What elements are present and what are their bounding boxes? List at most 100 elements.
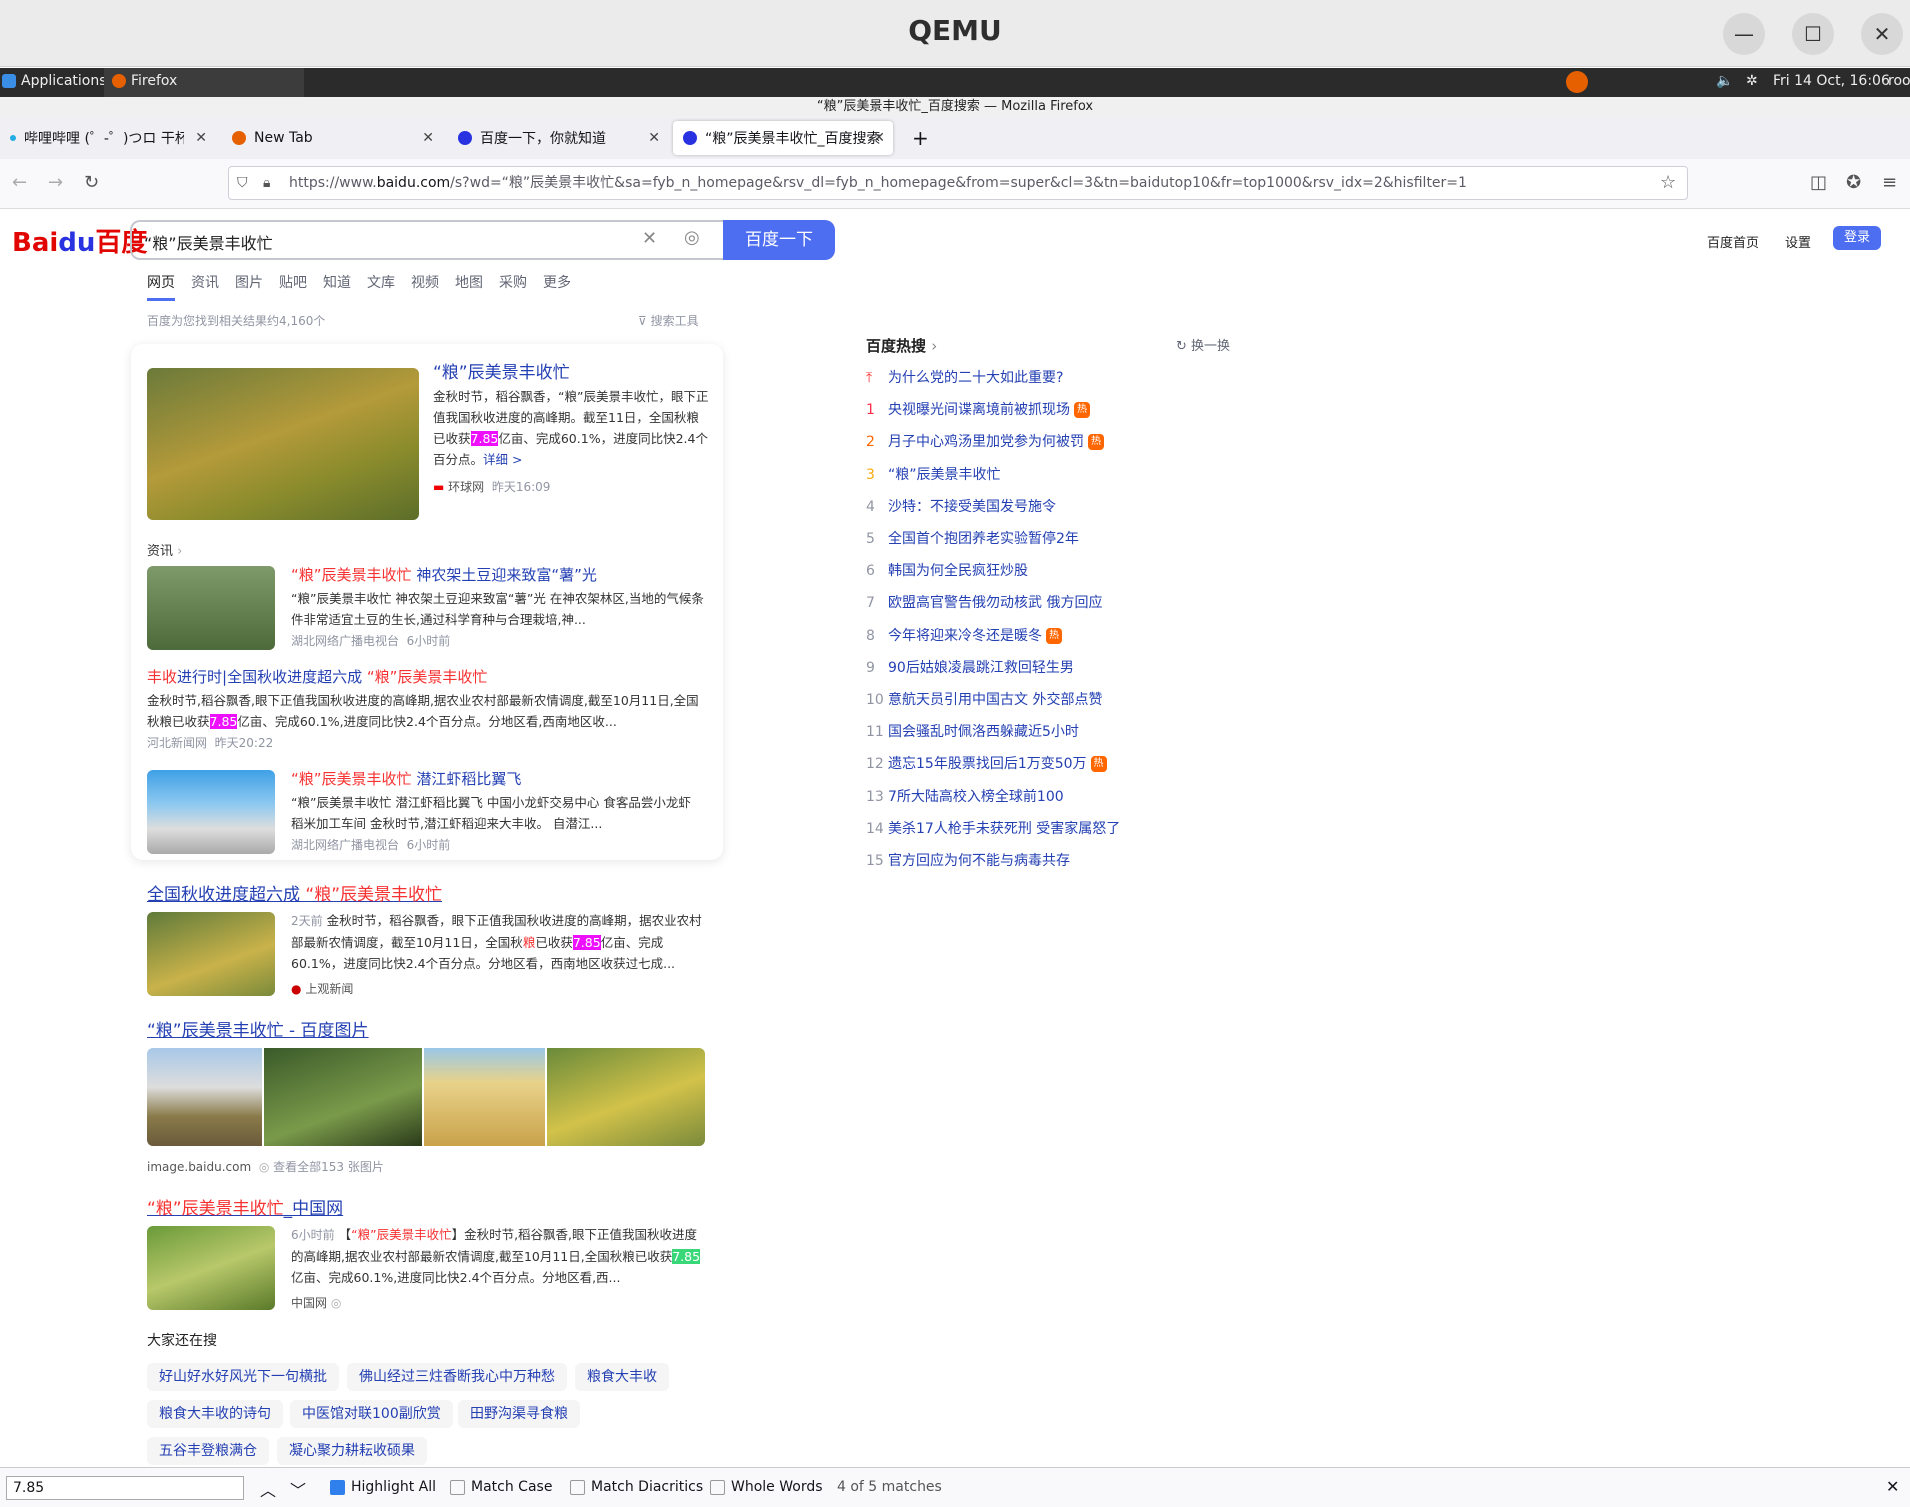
result-image-1[interactable] xyxy=(147,912,275,996)
baidu-home-link[interactable]: 百度首页 xyxy=(1707,232,1759,251)
image-result-4[interactable] xyxy=(547,1048,705,1146)
close-findbar-icon[interactable]: ✕ xyxy=(1886,1477,1899,1496)
hot-search-title[interactable]: 百度热搜 › xyxy=(866,335,937,356)
hot-search-item[interactable]: 13 7所大陆高校入榜全球前100 xyxy=(866,786,1064,806)
result-source-3[interactable]: 中国网 ◎ xyxy=(291,1294,341,1311)
related-chip[interactable]: 粮食大丰收的诗句 xyxy=(147,1400,283,1428)
hot-search-item[interactable]: 5 全国首个抱团养老实验暂停2年 xyxy=(866,528,1079,548)
camera-icon[interactable]: ◎ xyxy=(684,227,700,248)
hot-search-item[interactable]: 1 央视曝光间谍离境前被抓现场热 xyxy=(866,399,1090,419)
clock[interactable]: Fri 14 Oct, 16:06 xyxy=(1773,73,1890,89)
tab-tieba[interactable]: 贴吧 xyxy=(279,272,307,301)
image-result-3[interactable] xyxy=(424,1048,545,1146)
tab-news[interactable]: 资讯 xyxy=(191,272,219,301)
news-section-label[interactable]: 资讯 › xyxy=(147,540,182,559)
find-previous-icon[interactable]: ︿ xyxy=(260,1477,276,1501)
news-image-1[interactable] xyxy=(147,566,275,650)
image-result-1[interactable] xyxy=(147,1048,262,1146)
new-tab-button[interactable]: + xyxy=(902,121,939,155)
related-chip[interactable]: 好山好水好风光下一句横批 xyxy=(147,1363,339,1391)
hot-search-item[interactable]: 8 今年将迎来冷冬还是暖冬热 xyxy=(866,625,1062,645)
harvest-image[interactable] xyxy=(147,368,419,520)
tab-more[interactable]: 更多 xyxy=(543,272,571,301)
result-image-3[interactable] xyxy=(147,1226,275,1310)
tab-bilibili[interactable]: 哔哩哔哩 (゜-゜)つロ 干杯~ ✕ xyxy=(0,121,215,155)
network-icon[interactable]: ✲ xyxy=(1746,73,1758,89)
minimize-icon[interactable]: — xyxy=(1723,13,1765,55)
result-title-1[interactable]: 全国秋收进度超六成 “粮”辰美景丰收忙 xyxy=(147,880,442,905)
search-button[interactable]: 百度一下 xyxy=(723,220,835,260)
volume-icon[interactable]: 🔈 xyxy=(1716,73,1733,89)
tab-purchase[interactable]: 采购 xyxy=(499,272,527,301)
menu-icon[interactable]: ≡ xyxy=(1882,172,1897,193)
related-chip[interactable]: 凝心聚力耕耘收硕果 xyxy=(277,1437,427,1465)
pocket-icon[interactable]: ◫ xyxy=(1810,172,1827,193)
image-result-2[interactable] xyxy=(264,1048,422,1146)
match-case-checkbox[interactable]: Match Case xyxy=(450,1479,552,1495)
hot-search-item[interactable]: 2 月子中心鸡汤里加党参为何被罚热 xyxy=(866,431,1104,451)
related-chip[interactable]: 佛山经过三炷香断我心中万种愁 xyxy=(347,1363,567,1391)
close-icon[interactable]: ✕ xyxy=(1861,13,1903,55)
hot-search-item[interactable]: 6 韩国为何全民疯狂炒股 xyxy=(866,560,1028,580)
url-bar[interactable]: ⛉ 🔒︎ https://www.baidu.com/s?wd=“粮”辰美景丰收… xyxy=(228,166,1688,200)
settings-link[interactable]: 设置 xyxy=(1785,232,1811,251)
find-next-icon[interactable]: ﹀ xyxy=(290,1477,306,1501)
hot-search-item[interactable]: ⤒ 为什么党的二十大如此重要? xyxy=(866,367,1063,387)
search-input[interactable]: “粮”辰美景丰收忙 ✕ ◎ xyxy=(130,220,724,260)
hot-search-item[interactable]: 9 90后姑娘凌晨跳江救回轻生男 xyxy=(866,657,1074,677)
close-tab-icon[interactable]: ✕ xyxy=(873,130,885,146)
result-title-3[interactable]: “粮”辰美景丰收忙_中国网 xyxy=(147,1194,343,1219)
taskbar-firefox-label[interactable]: Firefox xyxy=(112,73,177,89)
related-chip[interactable]: 五谷丰登粮满仓 xyxy=(147,1437,269,1465)
hot-search-item[interactable]: 15 官方回应为何不能与病毒共存 xyxy=(866,850,1070,870)
applications-menu[interactable]: Applications xyxy=(2,73,107,89)
baidu-logo[interactable]: Baidu百度 xyxy=(12,222,147,259)
hot-search-item[interactable]: 12 遗忘15年股票找回后1万变50万热 xyxy=(866,753,1107,773)
login-button[interactable]: 登录 xyxy=(1833,226,1881,250)
tab-wenku[interactable]: 文库 xyxy=(367,272,395,301)
news-title-1[interactable]: “粮”辰美景丰收忙 神农架土豆迎来致富“薯”光 xyxy=(291,564,597,585)
tray-firefox-icon[interactable] xyxy=(1566,71,1588,93)
related-chip[interactable]: 田野沟渠寻食粮 xyxy=(458,1400,580,1428)
reload-icon[interactable]: ↻ xyxy=(84,172,99,193)
tracking-shield-icon[interactable]: ⛉ xyxy=(237,167,248,199)
detail-link[interactable]: 详细 > xyxy=(483,452,522,467)
hot-search-item[interactable]: 10 意航天员引用中国古文 外交部点赞 xyxy=(866,689,1102,709)
clear-icon[interactable]: ✕ xyxy=(642,228,657,249)
close-tab-icon[interactable]: ✕ xyxy=(648,130,660,146)
news-title-2[interactable]: 丰收进行时|全国秋收进度超六成 “粮”辰美景丰收忙 xyxy=(147,666,487,687)
result-title-2[interactable]: “粮”辰美景丰收忙 - 百度图片 xyxy=(147,1016,369,1041)
tab-baidu-search[interactable]: “粮”辰美景丰收忙_百度搜索 ✕ xyxy=(673,121,893,155)
bookmark-star-icon[interactable]: ☆ xyxy=(1660,172,1676,193)
news-image-3[interactable] xyxy=(147,770,275,854)
view-all-images-link[interactable]: 查看全部153 张图片 xyxy=(273,1160,384,1174)
hot-search-item[interactable]: 14 美杀17人枪手未获死刑 受害家属怒了 xyxy=(866,818,1120,838)
find-input[interactable]: 7.85 xyxy=(6,1476,244,1500)
tab-baidu-home[interactable]: 百度一下，你就知道 ✕ xyxy=(448,121,668,155)
result-source-1[interactable]: ● 上观新闻 xyxy=(291,980,353,997)
back-icon[interactable]: ← xyxy=(12,172,27,193)
hot-search-item[interactable]: 4 沙特：不接受美国发号施令 xyxy=(866,496,1056,516)
refresh-button[interactable]: ↻ 换一换 xyxy=(1176,335,1230,354)
news-title-3[interactable]: “粮”辰美景丰收忙 潜江虾稻比翼飞 xyxy=(291,768,521,789)
close-tab-icon[interactable]: ✕ xyxy=(422,130,434,146)
user-label[interactable]: roo xyxy=(1888,73,1910,89)
related-chip[interactable]: 粮食大丰收 xyxy=(575,1363,669,1391)
tab-zhidao[interactable]: 知道 xyxy=(323,272,351,301)
extensions-icon[interactable]: ✪ xyxy=(1846,172,1861,193)
maximize-icon[interactable]: ☐ xyxy=(1792,13,1834,55)
related-chip[interactable]: 中医馆对联100副欣赏 xyxy=(290,1400,453,1428)
search-tools-button[interactable]: ⊽ 搜索工具 xyxy=(638,312,699,329)
tab-images[interactable]: 图片 xyxy=(235,272,263,301)
forward-icon[interactable]: → xyxy=(48,172,63,193)
match-diacritics-checkbox[interactable]: Match Diacritics xyxy=(570,1479,703,1495)
highlight-all-checkbox[interactable]: Highlight All xyxy=(330,1479,436,1495)
top-card-title[interactable]: “粮”辰美景丰收忙 xyxy=(433,358,570,383)
lock-icon[interactable]: 🔒︎ xyxy=(263,167,270,199)
tab-map[interactable]: 地图 xyxy=(455,272,483,301)
tab-video[interactable]: 视频 xyxy=(411,272,439,301)
tab-web[interactable]: 网页 xyxy=(147,272,175,301)
hot-search-item[interactable]: 3 “粮”辰美景丰收忙 xyxy=(866,464,1001,484)
close-tab-icon[interactable]: ✕ xyxy=(195,130,207,146)
hot-search-item[interactable]: 7 欧盟高官警告俄勿动核武 俄方回应 xyxy=(866,592,1102,612)
